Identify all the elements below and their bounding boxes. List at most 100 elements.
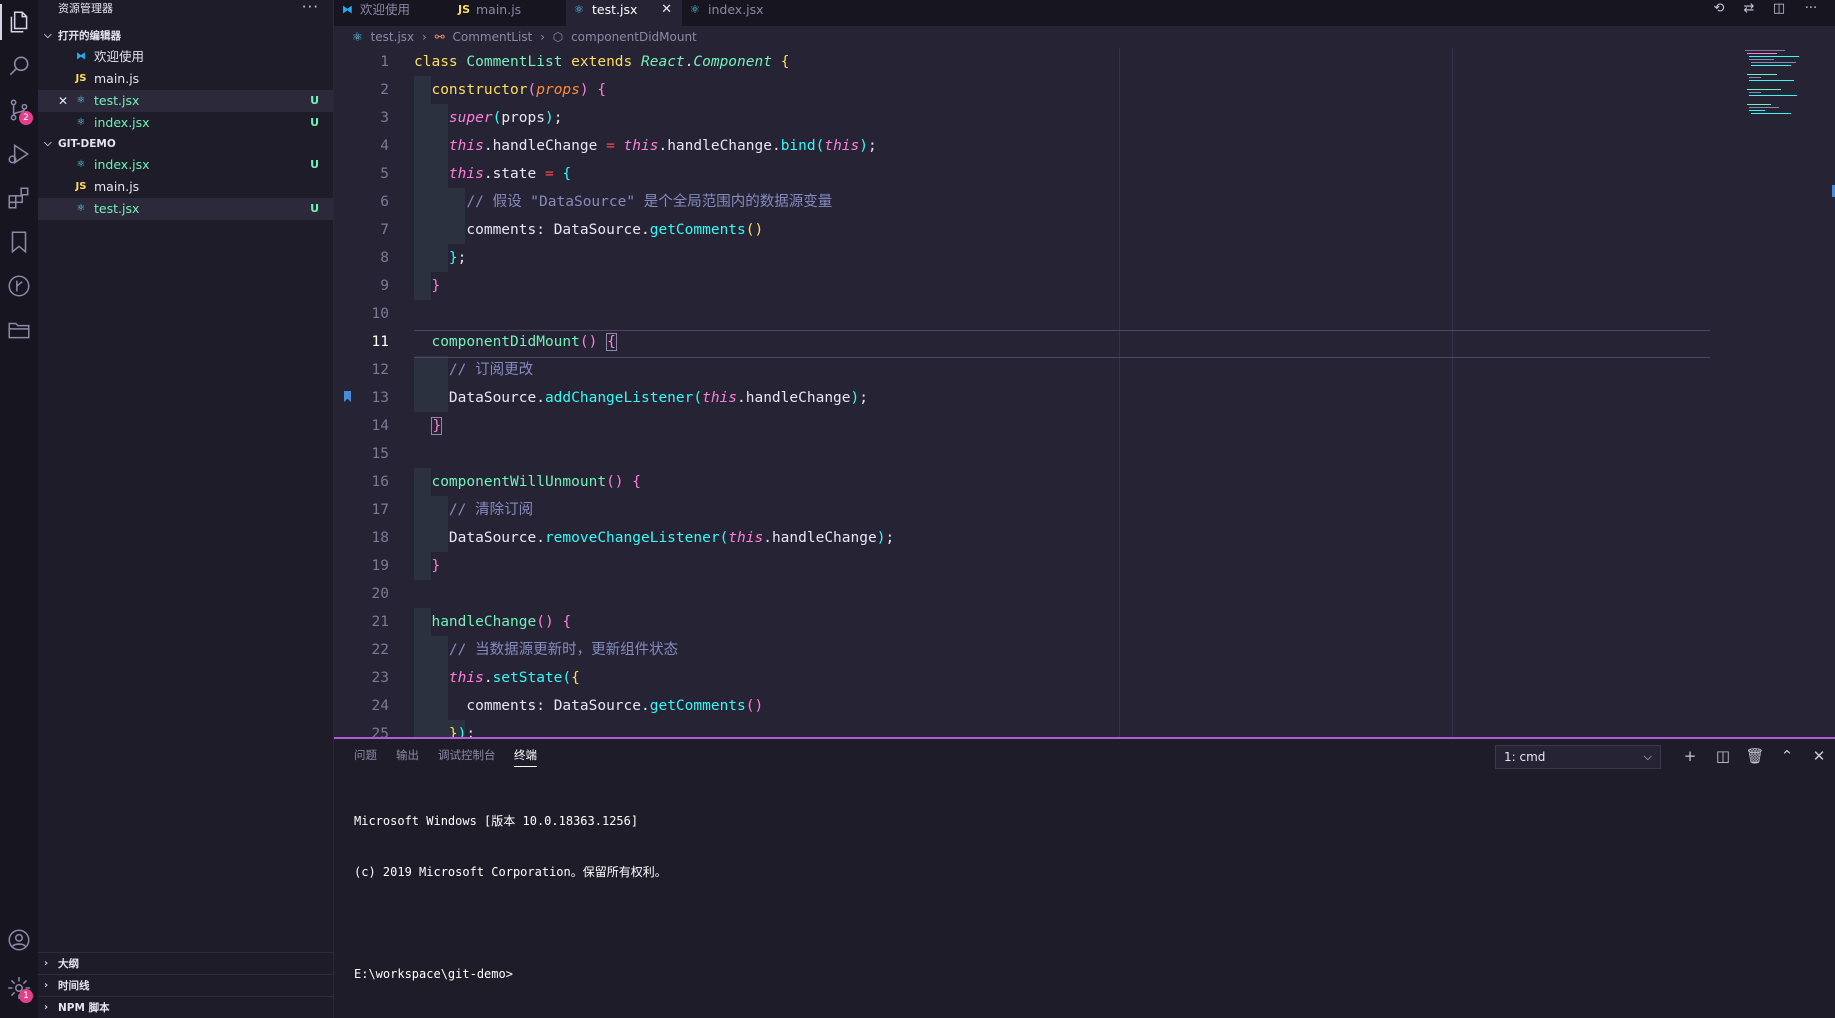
source-control-badge: 2 bbox=[19, 111, 33, 125]
workspace-label: GIT-DEMO bbox=[58, 138, 116, 150]
settings-gear-icon[interactable]: 1 bbox=[0, 966, 38, 1010]
account-icon[interactable] bbox=[0, 918, 38, 962]
js-file-icon: JS bbox=[458, 3, 471, 16]
tab-test-jsx[interactable]: ⚛ test.jsx ✕ bbox=[566, 0, 682, 26]
workspace-header[interactable]: ⌵ GIT-DEMO bbox=[38, 134, 333, 154]
timeline-section[interactable]: › 时间线 bbox=[38, 974, 333, 996]
code-editor[interactable]: 1 class CommentList extends React.Compone… bbox=[334, 48, 1835, 738]
git-history-icon[interactable] bbox=[0, 264, 38, 308]
terminal-select[interactable]: 1: cmd ⌵ bbox=[1495, 745, 1661, 769]
line-number: 5 bbox=[380, 166, 389, 182]
breadcrumb-item[interactable]: CommentList bbox=[453, 30, 533, 44]
chevron-right-icon: › bbox=[44, 958, 49, 969]
tab-output[interactable]: 输出 bbox=[396, 747, 419, 763]
react-file-icon: ⚛ bbox=[76, 203, 86, 214]
code-line: } bbox=[431, 417, 443, 435]
terminal-panel: 问题 输出 调试控制台 终端 1: cmd ⌵ + ◫ 🗑 ⌃ ✕ Micros… bbox=[334, 737, 1835, 1018]
react-file-icon: ⚛ bbox=[76, 95, 86, 106]
line-number: 13 bbox=[371, 390, 389, 406]
split-terminal-icon[interactable]: ◫ bbox=[1712, 745, 1734, 767]
tab-terminal[interactable]: 终端 bbox=[514, 747, 537, 767]
breadcrumb: ⚛ test.jsx › ⚯ CommentList › ⬡ component… bbox=[334, 26, 1835, 48]
code-line: componentWillUnmount() { bbox=[431, 474, 642, 490]
split-editor-icon[interactable]: ◫ bbox=[1769, 0, 1789, 20]
more-actions-icon[interactable]: ··· bbox=[302, 0, 319, 16]
tab-debug-console[interactable]: 调试控制台 bbox=[438, 747, 496, 763]
line-number: 19 bbox=[371, 558, 389, 574]
chevron-right-icon: › bbox=[540, 30, 545, 44]
compare-changes-icon[interactable]: ⇄ bbox=[1739, 0, 1759, 20]
line-number: 6 bbox=[380, 194, 389, 210]
line-number: 1 bbox=[380, 54, 389, 70]
terminal-output[interactable]: Microsoft Windows [版本 10.0.18363.1256] (… bbox=[354, 779, 667, 1017]
code-line: // 清除订阅 bbox=[448, 502, 534, 518]
open-editor-item[interactable]: ✕ ⚛ test.jsx U bbox=[38, 90, 333, 112]
line-number: 18 bbox=[371, 530, 389, 546]
close-icon[interactable]: ✕ bbox=[58, 90, 68, 112]
code-line: super(props); bbox=[448, 110, 563, 126]
line-number: 8 bbox=[380, 250, 389, 266]
file-tree-item[interactable]: JS main.js bbox=[38, 176, 333, 198]
tab-label: main.js bbox=[476, 2, 522, 17]
sidebar-bottom-sections: › 大纲 › 时间线 › NPM 脚本 bbox=[38, 952, 333, 1018]
trash-icon[interactable]: 🗑 bbox=[1744, 745, 1766, 767]
file-label: index.jsx bbox=[94, 157, 150, 172]
terminal-prompt: E:\workspace\git-demo> bbox=[354, 967, 513, 981]
section-label: NPM 脚本 bbox=[58, 1002, 110, 1014]
file-tree-item[interactable]: ⚛ test.jsx U bbox=[38, 198, 333, 220]
class-icon: ⚯ bbox=[434, 30, 445, 44]
new-terminal-icon[interactable]: + bbox=[1679, 745, 1701, 767]
breadcrumb-item[interactable]: componentDidMount bbox=[571, 30, 697, 44]
file-tree-item[interactable]: ⚛ index.jsx U bbox=[38, 154, 333, 176]
breadcrumb-item[interactable]: test.jsx bbox=[371, 30, 415, 44]
code-line: // 当数据源更新时，更新组件状态 bbox=[448, 642, 679, 658]
source-control-icon[interactable]: 2 bbox=[0, 88, 38, 132]
code-line: } bbox=[431, 558, 441, 574]
git-status-badge: U bbox=[310, 202, 319, 215]
folder-icon[interactable] bbox=[0, 308, 38, 352]
line-number: 24 bbox=[371, 698, 389, 714]
line-number: 15 bbox=[371, 446, 389, 462]
open-editors-header[interactable]: ⌵ 打开的编辑器 bbox=[38, 26, 333, 46]
code-line: comments: DataSource.getComments() bbox=[466, 222, 764, 238]
chevron-down-icon: ⌵ bbox=[1643, 750, 1652, 763]
tab-welcome[interactable]: ⧓ 欢迎使用 bbox=[334, 0, 450, 26]
extensions-icon[interactable] bbox=[0, 176, 38, 220]
git-status-badge: U bbox=[310, 116, 319, 129]
code-line: DataSource.removeChangeListener(this.han… bbox=[448, 530, 895, 546]
code-line: this.state = { bbox=[448, 166, 572, 182]
open-editor-item[interactable]: JS main.js bbox=[38, 68, 333, 90]
code-line: comments: DataSource.getComments() bbox=[466, 698, 764, 714]
open-editor-item[interactable]: ⧓ 欢迎使用 bbox=[38, 46, 333, 68]
more-actions-icon[interactable]: ··· bbox=[1801, 0, 1821, 20]
line-number: 12 bbox=[371, 362, 389, 378]
file-label: main.js bbox=[94, 71, 140, 86]
open-editor-item[interactable]: ⚛ index.jsx U bbox=[38, 112, 333, 134]
minimap[interactable] bbox=[1735, 48, 1835, 148]
line-number: 11 bbox=[371, 334, 389, 350]
outline-section[interactable]: › 大纲 bbox=[38, 952, 333, 974]
line-number: 25 bbox=[371, 726, 389, 738]
search-icon[interactable] bbox=[0, 44, 38, 88]
close-icon[interactable]: ✕ bbox=[661, 0, 672, 20]
method-icon: ⬡ bbox=[552, 30, 564, 44]
bookmark-icon[interactable] bbox=[0, 220, 38, 264]
tab-problems[interactable]: 问题 bbox=[354, 747, 377, 763]
line-number: 9 bbox=[380, 278, 389, 294]
tab-main-js[interactable]: JS main.js bbox=[450, 0, 566, 26]
settings-badge: 1 bbox=[19, 989, 33, 1003]
run-debug-icon[interactable] bbox=[0, 132, 38, 176]
maximize-panel-icon[interactable]: ⌃ bbox=[1776, 745, 1798, 767]
explorer-icon[interactable] bbox=[0, 0, 38, 44]
explorer-sidebar: 资源管理器 ··· ⌵ 打开的编辑器 ⧓ 欢迎使用 JS main.js ✕ ⚛… bbox=[38, 0, 334, 1018]
tab-index-jsx[interactable]: ⚛ index.jsx bbox=[682, 0, 798, 26]
close-panel-icon[interactable]: ✕ bbox=[1808, 745, 1830, 767]
code-line: // 假设 "DataSource" 是个全局范围内的数据源变量 bbox=[466, 194, 833, 210]
js-file-icon: JS bbox=[75, 73, 87, 84]
code-line: handleChange() { bbox=[431, 614, 572, 630]
line-number: 17 bbox=[371, 502, 389, 518]
line-number: 21 bbox=[371, 614, 389, 630]
npm-scripts-section[interactable]: › NPM 脚本 bbox=[38, 996, 333, 1018]
history-icon[interactable]: ⟲ bbox=[1709, 0, 1729, 20]
chevron-down-icon: ⌵ bbox=[44, 138, 52, 149]
